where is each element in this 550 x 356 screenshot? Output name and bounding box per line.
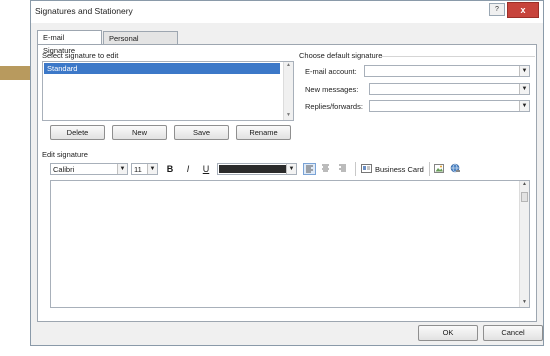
bold-button[interactable]: B xyxy=(164,163,176,175)
insert-picture-button[interactable] xyxy=(434,163,446,175)
font-color-select[interactable]: ▼ xyxy=(217,163,297,175)
align-center-icon xyxy=(322,164,329,172)
align-center-button[interactable] xyxy=(320,163,333,175)
font-value: Calibri xyxy=(53,165,75,174)
email-account-label: E-mail account: xyxy=(305,67,357,76)
help-button[interactable]: ? xyxy=(489,3,505,16)
signatures-dialog: Signatures and Stationery ? x E-mail Sig… xyxy=(30,0,544,346)
underline-button[interactable]: U xyxy=(200,163,212,175)
scroll-down-icon[interactable]: ▼ xyxy=(521,299,528,307)
window-title: Signatures and Stationery xyxy=(35,6,133,16)
align-right-icon xyxy=(339,164,346,172)
save-button[interactable]: Save xyxy=(174,125,229,140)
close-button[interactable]: x xyxy=(507,2,539,18)
new-messages-select[interactable]: ▼ xyxy=(369,83,530,95)
toolbar-separator xyxy=(355,162,356,176)
chevron-down-icon[interactable]: ▼ xyxy=(117,164,127,174)
business-card-icon xyxy=(361,164,372,173)
tab-email-signature[interactable]: E-mail Signature xyxy=(37,30,102,55)
scroll-up-icon[interactable]: ▲ xyxy=(521,181,528,189)
tab-label: E-mail Signature xyxy=(43,33,76,55)
tab-personal-stationery[interactable]: Personal Stationery xyxy=(103,31,178,56)
font-select[interactable]: Calibri ▼ xyxy=(50,163,128,175)
chevron-down-icon[interactable]: ▼ xyxy=(286,164,296,174)
cancel-button[interactable]: Cancel xyxy=(483,325,543,341)
picture-icon xyxy=(434,164,444,173)
title-bar: Signatures and Stationery ? x xyxy=(31,1,543,23)
business-card-button[interactable]: Business Card xyxy=(361,163,428,175)
italic-button[interactable]: I xyxy=(182,163,194,175)
signature-editor[interactable]: ▲ ▼ xyxy=(50,180,530,308)
chevron-down-icon[interactable]: ▼ xyxy=(147,164,157,174)
signature-item-standard[interactable]: Standard xyxy=(44,63,280,74)
chevron-down-icon[interactable]: ▼ xyxy=(519,101,529,111)
scroll-down-icon[interactable]: ▼ xyxy=(285,112,292,120)
group-divider xyxy=(381,56,535,57)
new-button[interactable]: New xyxy=(112,125,167,140)
new-messages-label: New messages: xyxy=(305,85,359,94)
chevron-down-icon[interactable]: ▼ xyxy=(519,84,529,94)
replies-forwards-select[interactable]: ▼ xyxy=(369,100,530,112)
align-left-icon xyxy=(306,165,313,173)
font-size-select[interactable]: 11 ▼ xyxy=(131,163,158,175)
email-account-select[interactable]: ▼ xyxy=(364,65,530,77)
signature-list-scrollbar[interactable]: ▲ ▼ xyxy=(283,62,293,120)
delete-button[interactable]: Delete xyxy=(50,125,105,140)
rename-button[interactable]: Rename xyxy=(236,125,291,140)
editor-scrollbar[interactable]: ▲ ▼ xyxy=(519,181,529,307)
replies-forwards-label: Replies/forwards: xyxy=(305,102,363,111)
font-color-swatch xyxy=(219,165,287,173)
align-right-button[interactable] xyxy=(337,163,350,175)
default-signature-label: Choose default signature xyxy=(299,51,383,60)
hyperlink-icon xyxy=(450,163,460,173)
chevron-down-icon[interactable]: ▼ xyxy=(519,66,529,76)
ok-button[interactable]: OK xyxy=(418,325,478,341)
scroll-up-icon[interactable]: ▲ xyxy=(285,62,292,70)
business-card-label: Business Card xyxy=(375,165,424,174)
edit-signature-label: Edit signature xyxy=(42,150,88,159)
toolbar-separator xyxy=(429,162,430,176)
insert-hyperlink-button[interactable] xyxy=(450,163,462,175)
align-left-button[interactable] xyxy=(303,163,316,175)
scroll-thumb[interactable] xyxy=(521,192,528,202)
font-size-value: 11 xyxy=(134,165,142,174)
